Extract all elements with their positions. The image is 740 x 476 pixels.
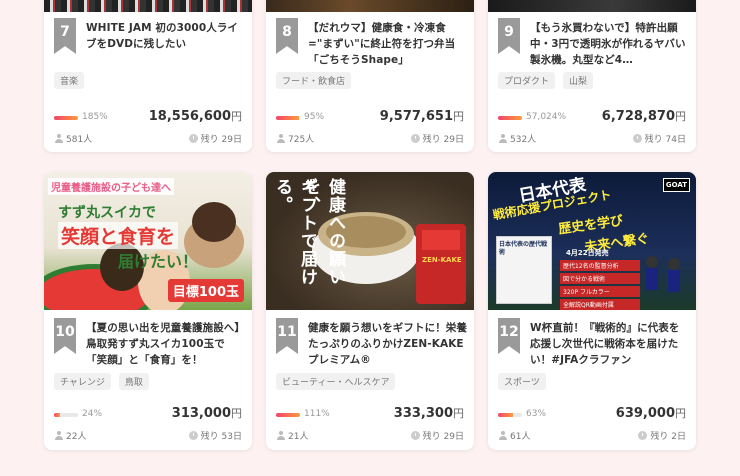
backer-count: 725人: [276, 132, 314, 145]
project-thumbnail[interactable]: [488, 0, 696, 12]
funding-amount: 9,577,651円: [379, 109, 464, 124]
progress-bar: [498, 116, 522, 120]
progress-bar: [276, 413, 300, 417]
category-tag[interactable]: スポーツ: [498, 373, 546, 390]
players-image: [646, 256, 680, 292]
rank-badge: 11: [276, 318, 298, 354]
logo-badge: GOAT: [662, 178, 690, 192]
project-thumbnail[interactable]: 日本代表 戦術応援プロジェクト 歴史を学び 未来へ繋ぐ 日本代表の歴代戦術 4月…: [488, 172, 696, 310]
funding-amount: 18,556,600円: [148, 109, 242, 124]
project-title[interactable]: 【夏の思い出を児童養護施設へ】鳥取発すず丸スイカ100玉で「笑顔」と「食育」を！: [86, 320, 246, 368]
days-remaining: 残り 29日: [410, 132, 464, 145]
goal-badge: 目標100玉: [167, 279, 244, 302]
category-tag[interactable]: ビューティー・ヘルスケア: [276, 373, 396, 390]
region-tag[interactable]: 鳥取: [118, 373, 149, 390]
clock-icon: [410, 134, 420, 143]
project-card[interactable]: 9 【もう氷買わないで】特許出願中・3円で透明氷が作れるヤバい製氷機。丸型など4…: [488, 0, 696, 152]
project-title[interactable]: 【だれウマ】健康食・冷凍食="まずい"に終止符を打つ弁当「ごちそうShape」: [308, 20, 468, 68]
progress-percent: 57,024%: [526, 112, 567, 122]
days-remaining: 残り 53日: [188, 429, 242, 442]
rank-badge: 8: [276, 18, 298, 54]
category-tag[interactable]: チャレンジ: [54, 373, 111, 390]
thumb-heading: 児童養護施設の子ども達へ: [48, 178, 174, 195]
feature-item: 全解説QR動画付属: [560, 299, 640, 310]
progress-fill: [54, 413, 60, 417]
category-tag[interactable]: 音楽: [54, 72, 85, 89]
clock-icon: [632, 134, 642, 143]
project-title[interactable]: WHITE JAM 初の3000人ライブをDVDに残したい: [86, 20, 246, 52]
clock-icon: [638, 431, 648, 440]
feature-item: 図で分かる戦術: [560, 273, 640, 284]
funding-amount: 6,728,870円: [601, 109, 686, 124]
progress-fill: [276, 413, 300, 417]
rank-badge: 10: [54, 318, 76, 354]
progress-percent: 111%: [304, 409, 330, 419]
project-card[interactable]: 健康への願いを、 ギフトで届ける。 ZEN-KAKE 11 健康を願う想いをギフ…: [266, 172, 474, 450]
progress-percent: 95%: [304, 112, 325, 122]
backer-count: 22人: [54, 429, 86, 442]
release-date: 4月22日発売: [566, 249, 609, 257]
project-card[interactable]: 7 WHITE JAM 初の3000人ライブをDVDに残したい 音楽 185% …: [44, 0, 252, 152]
progress-percent: 24%: [82, 409, 103, 419]
backer-count: 532人: [498, 132, 536, 145]
project-thumbnail[interactable]: [266, 0, 474, 12]
project-title[interactable]: 【もう氷買わないで】特許出願中・3円で透明氷が作れるヤバい製氷機。丸型など4…: [530, 20, 690, 68]
project-thumbnail[interactable]: 健康への願いを、 ギフトで届ける。 ZEN-KAKE: [266, 172, 474, 310]
region-tag[interactable]: 山梨: [563, 72, 594, 89]
person-icon: [276, 134, 285, 143]
project-title[interactable]: 健康を願う想いをギフトに！栄養たっぷりのふりかけZEN-KAKEプレミアム®: [308, 320, 468, 368]
thumb-subheading: すず丸スイカで: [58, 205, 156, 221]
project-card[interactable]: 8 【だれウマ】健康食・冷凍食="まずい"に終止符を打つ弁当「ごちそうShape…: [266, 0, 474, 152]
progress-bar: [54, 116, 78, 120]
rank-badge: 9: [498, 18, 520, 54]
person-icon: [498, 134, 507, 143]
progress-fill: [498, 413, 514, 417]
progress-bar: [54, 413, 78, 417]
book-cover: 日本代表の歴代戦術: [496, 236, 552, 304]
clock-icon: [188, 431, 198, 440]
progress-percent: 185%: [82, 112, 108, 122]
funding-amount: 313,000円: [171, 406, 242, 421]
progress-bar: [498, 413, 522, 417]
days-remaining: 残り 29日: [188, 132, 242, 145]
rank-badge: 7: [54, 18, 76, 54]
project-title[interactable]: W杯直前！『戦術的』に代表を応援し次世代に戦術本を届けたい！#JFAクラファン: [530, 320, 690, 368]
person-icon: [498, 431, 507, 440]
clock-icon: [188, 134, 198, 143]
thumb-headline: 笑顔と食育を: [58, 222, 179, 249]
person-icon: [54, 431, 63, 440]
feature-item: 歴代12名の監督分析: [560, 260, 640, 271]
backer-count: 581人: [54, 132, 92, 145]
backer-count: 21人: [276, 429, 308, 442]
project-card[interactable]: 日本代表 戦術応援プロジェクト 歴史を学び 未来へ繋ぐ 日本代表の歴代戦術 4月…: [488, 172, 696, 450]
feature-list: 歴代12名の監督分析 図で分かる戦術 320P フルカラー 全解説QR動画付属: [560, 260, 640, 310]
thumb-headline-2: 届けたい！: [118, 252, 199, 271]
funding-amount: 333,300円: [393, 406, 464, 421]
backer-count: 61人: [498, 429, 530, 442]
clock-icon: [410, 431, 420, 440]
category-tag[interactable]: フード・飲食店: [276, 72, 352, 89]
package-label: ZEN-KAKE: [422, 256, 462, 264]
rank-badge: 12: [498, 318, 520, 354]
progress-fill: [498, 116, 522, 120]
category-tag[interactable]: プロダクト: [498, 72, 556, 89]
feature-item: 320P フルカラー: [560, 286, 640, 297]
days-remaining: 残り 2日: [638, 429, 686, 442]
progress-percent: 63%: [526, 409, 547, 419]
book-title: 日本代表の歴代戦術: [499, 241, 548, 256]
project-thumbnail[interactable]: 児童養護施設の子ども達へ すず丸スイカで 笑顔と食育を 届けたい！ 目標100玉: [44, 172, 252, 310]
thumb-vertical-text-2: ギフトで届ける。: [272, 178, 317, 286]
progress-fill: [54, 116, 78, 120]
progress-fill: [276, 116, 299, 120]
days-remaining: 残り 29日: [410, 429, 464, 442]
person-icon: [276, 431, 285, 440]
funding-amount: 639,000円: [615, 406, 686, 421]
person-icon: [54, 134, 63, 143]
days-remaining: 残り 74日: [632, 132, 686, 145]
project-thumbnail[interactable]: [44, 0, 252, 12]
progress-bar: [276, 116, 300, 120]
project-card[interactable]: 児童養護施設の子ども達へ すず丸スイカで 笑顔と食育を 届けたい！ 目標100玉…: [44, 172, 252, 450]
